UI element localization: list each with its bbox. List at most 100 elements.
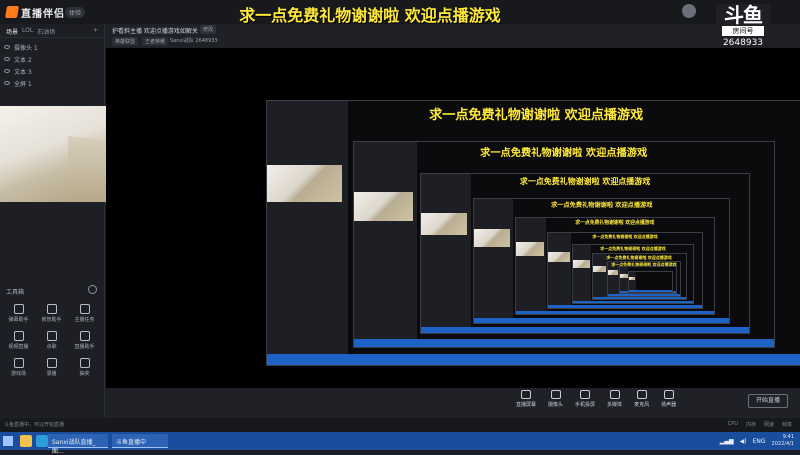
input-lang[interactable]: ENG — [753, 438, 766, 445]
clock[interactable]: 9:41 2022/4/1 — [772, 434, 794, 448]
clock-date: 2022/4/1 — [771, 441, 794, 447]
room-stat: Sanxi战队 2648933 — [170, 38, 218, 44]
title-bar: 直播伴侣 体验 求一点免费礼物谢谢啦 欢迎点播游戏 — [0, 0, 800, 25]
mirrored-taskbar — [547, 304, 703, 308]
douyu-logo: 斗鱼 — [724, 3, 763, 27]
mirrored-preview-frame — [628, 270, 674, 293]
mic-icon — [636, 390, 647, 399]
mirrored-camera-feed — [474, 229, 511, 247]
start-stream-button[interactable]: 开始直播 — [748, 394, 788, 408]
scene-panel: 场景 LOL 石油场 + 摄像头 1 文本 2 文本 3 全屏 1 工具箱 弹幕… — [0, 24, 105, 432]
visibility-icon[interactable] — [4, 69, 10, 73]
mirrored-camera-feed — [629, 276, 636, 280]
source-buttons: 直播屏幕 摄像头 手机投屏 多媒体 麦克风 扬声器 — [516, 390, 676, 408]
bottom-toolbar: 直播屏幕 摄像头 手机投屏 多媒体 麦克风 扬声器 开始直播 — [106, 388, 800, 418]
tab-oil[interactable]: 石油场 — [37, 27, 55, 36]
camera-button[interactable]: 摄像头 — [548, 390, 563, 408]
room-header: 护看斜主播 欢迎点播游戏如解关 修改 英雄联盟 王者荣耀 Sanxi战队 264… — [106, 24, 666, 48]
speaker-button[interactable]: 扬声器 — [661, 390, 676, 408]
tool-label: 点歌 — [46, 344, 57, 350]
mirrored-camera-feed — [619, 273, 628, 278]
task-icon — [79, 304, 90, 314]
volume-icon[interactable]: ◀) — [740, 438, 747, 445]
video-icon — [13, 331, 24, 341]
mirrored-camera-feed — [547, 251, 570, 263]
source-label: 文本 2 — [14, 56, 32, 64]
tool-video[interactable]: 视频直播 — [2, 331, 35, 350]
tool-lottery[interactable]: 抽奖 — [68, 358, 101, 377]
source-item[interactable]: 文本 3 — [4, 65, 100, 77]
metric-fps: 帧率 — [781, 422, 792, 428]
tool-label: 抽奖 — [79, 371, 90, 377]
mirrored-banner: 求一点免费礼物谢谢啦 欢迎点播游戏 — [480, 148, 648, 160]
tool-music[interactable]: 点歌 — [35, 331, 68, 350]
lottery-icon — [79, 358, 90, 368]
visibility-icon[interactable] — [4, 57, 10, 61]
windows-taskbar: Sanxi战队直播_图... 斗鱼直播中 ▂▄▆ ◀) ENG 9:41 202… — [0, 432, 800, 455]
mirrored-taskbar — [474, 317, 730, 323]
tab-scene[interactable]: 场景 — [6, 27, 18, 36]
mirrored-taskbar — [421, 326, 749, 334]
mirrored-side-panel — [572, 245, 592, 303]
tool-label: 视频直播 — [8, 344, 29, 350]
tool-label: 游戏场 — [10, 371, 26, 377]
source-item[interactable]: 文本 2 — [4, 53, 100, 65]
mirrored-camera-feed — [515, 241, 544, 256]
toolbox-settings-icon[interactable] — [88, 285, 97, 294]
tab-lol[interactable]: LOL — [22, 27, 33, 34]
tool-task[interactable]: 主播任务 — [68, 304, 101, 323]
taskbar-pinned — [20, 435, 48, 447]
toolbox-title: 工具箱 — [6, 289, 25, 296]
mirrored-camera-feed — [572, 259, 590, 268]
tool-assistant[interactable]: 直播助手 — [68, 331, 101, 350]
room-tag[interactable]: 王者荣耀 — [142, 37, 169, 46]
game-icon — [13, 358, 24, 368]
media-button[interactable]: 多媒体 — [607, 390, 622, 408]
clock-time: 9:41 — [782, 434, 794, 440]
taskbar-task[interactable]: Sanxi战队直播_图... — [48, 434, 108, 455]
status-bar: 斗鱼直播中，可以开始直播 CPU 内存 网速 帧率 — [0, 418, 800, 432]
mirrored-side-panel — [474, 198, 513, 323]
taskbar-task[interactable]: 斗鱼直播中 — [112, 434, 168, 448]
mirrored-banner: 求一点免费礼物谢谢啦 欢迎点播游戏 — [600, 245, 666, 251]
source-item[interactable]: 摄像头 1 — [4, 41, 100, 53]
system-tray: ▂▄▆ ◀) ENG 9:41 2022/4/1 — [720, 434, 794, 448]
version-badge[interactable]: 体验 — [65, 7, 86, 18]
button-label: 手机投屏 — [575, 402, 596, 408]
mirrored-banner: 求一点免费礼物谢谢啦 欢迎点播游戏 — [551, 202, 653, 210]
tool-label: 录播 — [46, 371, 57, 377]
stream-preview[interactable]: 求一点免费礼物谢谢啦 欢迎点播游戏 求一点免费礼物谢谢啦 欢迎点播游戏 求一点免费礼… — [106, 48, 800, 388]
user-avatar[interactable] — [682, 4, 696, 18]
tool-record[interactable]: 录播 — [35, 358, 68, 377]
douyu-room-number: 2648933 — [722, 38, 764, 48]
edge-icon[interactable] — [36, 435, 48, 447]
mirrored-taskbar — [592, 296, 686, 299]
phone-cast-button[interactable]: 手机投屏 — [575, 390, 595, 408]
room-tag[interactable]: 英雄联盟 — [112, 37, 139, 46]
mirrored-side-panel — [547, 233, 572, 308]
toolbox-grid: 弹幕助手 房管助手 主播任务 视频直播 点歌 直播助手 游戏场 录播 抽奖 — [2, 304, 102, 377]
mirrored-side-panel — [266, 101, 348, 365]
tool-manager[interactable]: 房管助手 — [35, 304, 68, 323]
camera-icon — [550, 390, 561, 399]
status-text: 斗鱼直播中，可以开始直播 — [4, 422, 65, 428]
visibility-icon[interactable] — [4, 45, 10, 49]
tool-danmaku[interactable]: 弹幕助手 — [2, 304, 35, 323]
mic-button[interactable]: 麦克风 — [634, 390, 649, 408]
screen-button[interactable]: 直播屏幕 — [516, 390, 536, 408]
add-scene-icon[interactable]: + — [93, 27, 98, 34]
network-icon[interactable]: ▂▄▆ — [720, 438, 734, 445]
windows-start-icon[interactable] — [3, 436, 13, 446]
folder-icon[interactable] — [20, 435, 32, 447]
edit-title-button[interactable]: 修改 — [200, 25, 217, 34]
mirrored-taskbar — [353, 338, 774, 348]
assistant-icon — [79, 331, 90, 341]
streaming-app: 直播伴侣 体验 求一点免费礼物谢谢啦 欢迎点播游戏 斗鱼 房间号 2648933… — [0, 0, 800, 432]
visibility-icon[interactable] — [4, 81, 10, 85]
mirrored-camera-feed — [266, 165, 343, 203]
button-label: 扬声器 — [661, 402, 677, 408]
source-item[interactable]: 全屏 1 — [4, 77, 100, 89]
tool-game[interactable]: 游戏场 — [2, 358, 35, 377]
source-list: 摄像头 1 文本 2 文本 3 全屏 1 — [0, 38, 104, 92]
mirrored-camera-feed — [592, 265, 606, 273]
